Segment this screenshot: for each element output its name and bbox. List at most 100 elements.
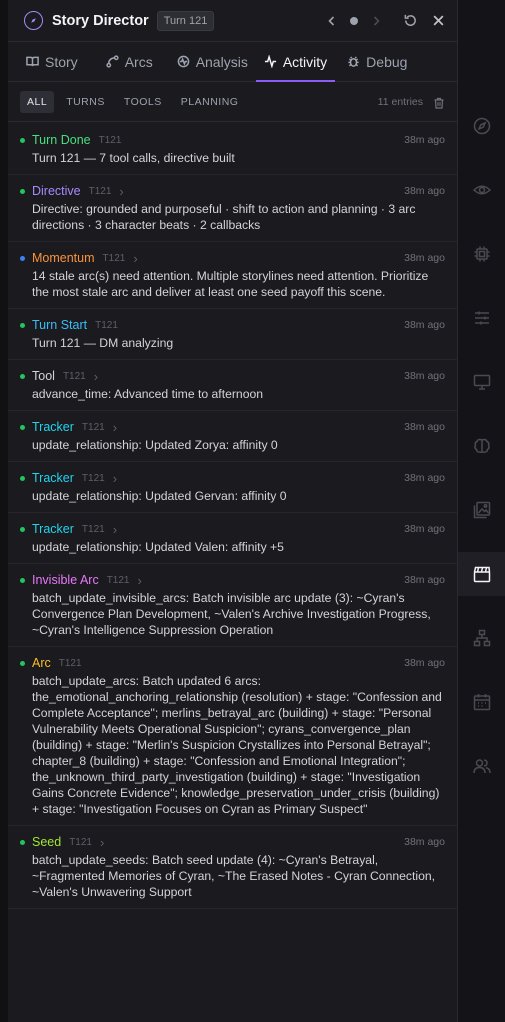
entry-turn: T121: [81, 523, 105, 535]
activity-entry[interactable]: Tool T121 › 38m ago advance_time: Advanced t…: [8, 360, 457, 411]
entry-type: Tracker: [32, 471, 74, 485]
chevron-right-icon[interactable]: ›: [133, 251, 137, 266]
entry-time: 38m ago: [404, 472, 445, 484]
bug-icon: [348, 56, 359, 67]
status-dot: [20, 424, 25, 430]
filter-turns[interactable]: TURNS: [59, 91, 112, 113]
network-icon[interactable]: [472, 628, 492, 648]
activity-entry[interactable]: Turn Done T121 38m ago Turn 121 — 7 tool ca…: [8, 124, 457, 175]
compass-icon[interactable]: [472, 116, 492, 136]
entry-type: Invisible Arc: [32, 573, 99, 587]
users-icon[interactable]: [472, 756, 492, 776]
entry-type: Arc: [32, 656, 51, 670]
status-dot: [20, 137, 25, 143]
entry-text: Directive: grounded and purposeful · shi…: [32, 202, 416, 232]
entry-turn: T121: [102, 252, 126, 264]
chevron-right-icon[interactable]: ›: [119, 184, 123, 199]
entry-time: 38m ago: [404, 319, 445, 331]
activity-entry[interactable]: Tracker T121 › 38m ago update_relationship: …: [8, 462, 457, 513]
page-indicator-dot: [350, 16, 358, 25]
status-dot: [20, 526, 25, 532]
trash-icon[interactable]: [433, 96, 445, 109]
activity-icon: [264, 55, 276, 68]
entry-time: 38m ago: [404, 134, 445, 146]
entry-turn: T121: [81, 472, 105, 484]
entry-turn: T121: [88, 185, 112, 197]
activity-entry[interactable]: Invisible Arc T121 › 38m ago batch_update_in…: [8, 564, 457, 647]
status-dot: [20, 322, 25, 328]
clapperboard-icon[interactable]: [472, 564, 492, 584]
activity-entry[interactable]: Tracker T121 › 38m ago update_relationship: …: [8, 411, 457, 462]
entry-time: 38m ago: [404, 370, 445, 382]
filter-bar: ALL TURNS TOOLS PLANNING 11 entries: [8, 82, 457, 122]
entry-time: 38m ago: [404, 574, 445, 586]
status-dot: [20, 660, 25, 666]
tab-arcs[interactable]: Arcs: [98, 42, 161, 81]
filter-planning[interactable]: PLANNING: [174, 91, 246, 113]
chevron-right-icon[interactable]: ›: [100, 835, 104, 850]
activity-entry[interactable]: Directive T121 › 38m ago Directive: grounded…: [8, 175, 457, 242]
entry-turn: T121: [58, 657, 82, 669]
entry-time: 38m ago: [404, 421, 445, 433]
entry-type: Directive: [32, 184, 81, 198]
eye-icon[interactable]: [472, 180, 492, 200]
chip-icon[interactable]: [472, 244, 492, 264]
monitor-icon[interactable]: [472, 372, 492, 392]
tab-bar: Story Arcs Analysis Activity Debug: [8, 42, 457, 82]
calendar-icon[interactable]: [472, 692, 492, 712]
entry-text: update_relationship: Updated Zorya: affi…: [32, 438, 278, 452]
entry-type: Turn Done: [32, 133, 91, 147]
entry-turn: T121: [81, 421, 105, 433]
chevron-right-icon[interactable]: ›: [113, 420, 117, 435]
chevron-right-icon[interactable]: ›: [113, 522, 117, 537]
status-dot: [20, 188, 25, 194]
book-icon: [26, 56, 39, 67]
tab-story[interactable]: Story: [18, 42, 86, 81]
filter-all[interactable]: ALL: [20, 90, 55, 113]
chevron-right-icon[interactable]: ›: [113, 471, 117, 486]
entry-time: 38m ago: [404, 657, 445, 669]
entry-type: Turn Start: [32, 318, 88, 332]
turn-badge: Turn 121: [156, 10, 215, 31]
activity-entry[interactable]: Momentum T121 › 38m ago 14 stale arc(s) need…: [8, 242, 457, 309]
entry-type: Seed: [32, 835, 62, 849]
images-icon[interactable]: [472, 500, 492, 520]
filter-tools[interactable]: TOOLS: [117, 91, 169, 113]
entry-turn: T121: [106, 574, 130, 586]
entry-type: Tracker: [32, 420, 74, 434]
tab-label: Debug: [366, 53, 408, 70]
tab-analysis[interactable]: Analysis: [169, 42, 256, 81]
entry-text: Turn 121 — 7 tool calls, directive built: [32, 151, 235, 165]
panel-title: Story Director: [52, 12, 149, 29]
status-dot: [20, 577, 25, 583]
activity-entry[interactable]: Turn Start T121 38m ago Turn 121 — DM analy…: [8, 309, 457, 360]
entry-turn: T121: [98, 134, 122, 146]
entry-turn: T121: [62, 370, 86, 382]
brain-icon[interactable]: [472, 436, 492, 456]
entry-turn: T121: [95, 319, 118, 331]
entry-turn: T121: [69, 836, 92, 848]
activity-entry[interactable]: Arc T121 38m ago batch_update_arcs: Batch u…: [8, 647, 457, 826]
activity-list: Turn Done T121 38m ago Turn 121 — 7 tool ca…: [8, 122, 457, 909]
entry-time: 38m ago: [404, 836, 445, 848]
entry-text: 14 stale arc(s) need attention. Multiple…: [32, 269, 429, 299]
entry-text: batch_update_seeds: Batch seed update (4…: [32, 853, 436, 899]
chevron-right-icon[interactable]: ›: [94, 369, 98, 384]
tab-activity[interactable]: Activity: [255, 42, 336, 82]
activity-entry[interactable]: Seed T121 › 38m ago batch_update_seeds: Batc…: [8, 826, 457, 909]
compass-logo-icon: [24, 11, 43, 30]
entry-text: update_relationship: Updated Valen: affi…: [32, 540, 284, 554]
analysis-icon: [177, 55, 190, 68]
close-icon[interactable]: [427, 10, 449, 32]
right-sidebar: [458, 0, 505, 1022]
chevron-right-icon[interactable]: ›: [138, 573, 142, 588]
tab-debug[interactable]: Debug: [339, 42, 415, 81]
refresh-icon[interactable]: [399, 10, 421, 32]
tab-label: Activity: [282, 53, 328, 70]
chevron-right-icon[interactable]: [365, 10, 387, 32]
chevron-left-icon[interactable]: [321, 10, 343, 32]
entry-time: 38m ago: [404, 252, 445, 264]
activity-entry[interactable]: Tracker T121 › 38m ago update_relationship: …: [8, 513, 457, 564]
entry-text: batch_update_invisible_arcs: Batch invis…: [32, 591, 431, 637]
sliders-icon[interactable]: [472, 308, 492, 328]
